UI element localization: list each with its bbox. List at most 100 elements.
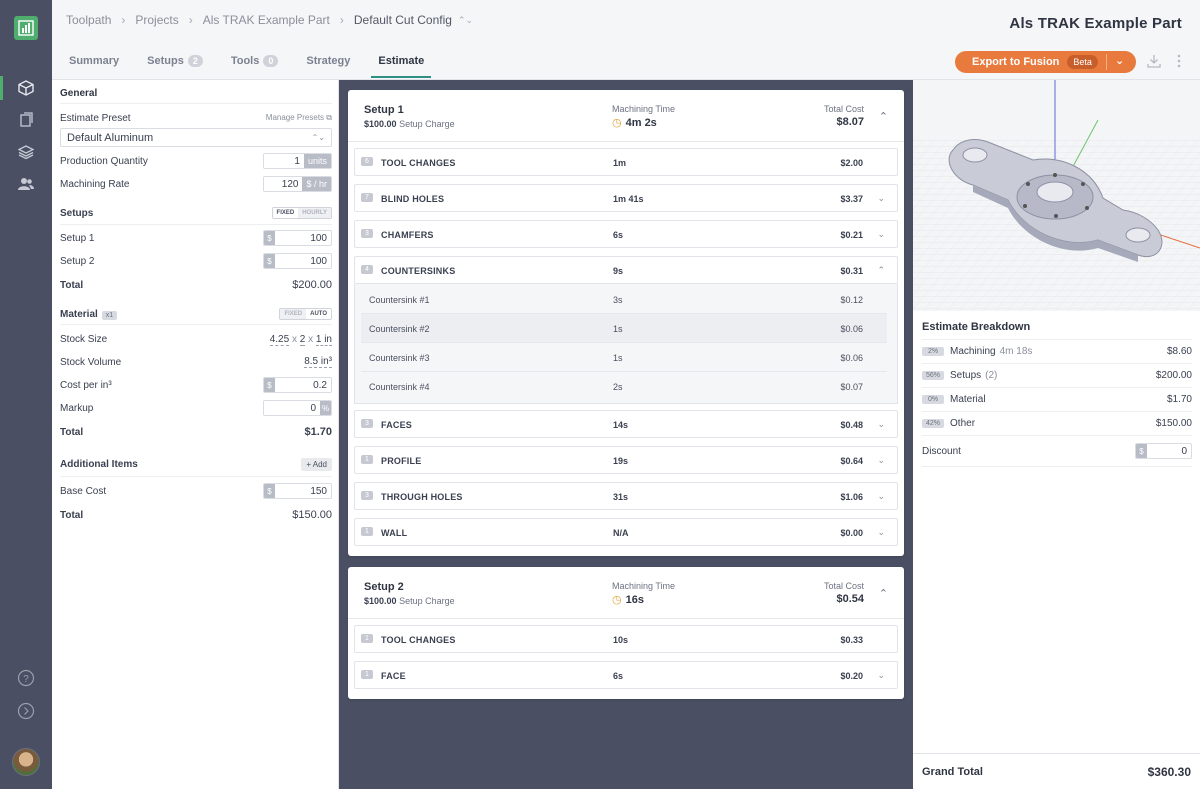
cost-per-input[interactable]: $ 0.2 — [263, 377, 332, 393]
chevron-up-icon[interactable]: ⌃ — [877, 265, 885, 276]
machining-rate-label: Machining Rate — [60, 178, 130, 190]
estimate-preset-select[interactable]: Default Aluminum ⌃⌄ — [60, 128, 332, 147]
production-quantity-input[interactable]: 1 units — [262, 153, 332, 169]
tab-estimate[interactable]: Estimate — [371, 50, 432, 78]
sub-cost: $0.12 — [840, 295, 863, 305]
breadcrumb-toolpath[interactable]: Toolpath — [66, 13, 111, 27]
op-row-faces[interactable]: 3 FACES 14s $0.48 ⌄ — [354, 410, 898, 438]
user-avatar[interactable] — [12, 748, 40, 776]
setup1-cost-input[interactable]: $ 100 — [263, 230, 332, 246]
chevron-down-icon[interactable]: ⌄ — [877, 229, 885, 240]
toggle-fixed[interactable]: FIXED — [272, 208, 299, 218]
users-icon[interactable] — [16, 174, 36, 194]
stock-size-x: 4.25 — [269, 333, 290, 346]
tab-tools[interactable]: Tools 0 — [224, 50, 286, 77]
breakdown-row-machining: 2% Machining 4m 18s $8.60 — [922, 339, 1192, 362]
row-value: $8.60 — [1166, 345, 1192, 357]
help-icon[interactable]: ? — [16, 668, 36, 688]
breadcrumb-projects[interactable]: Projects — [135, 13, 178, 27]
discount-value: 0 — [1181, 445, 1187, 457]
setup2-charge-label: Setup Charge — [399, 596, 455, 606]
chevron-down-icon[interactable]: ⌄ — [1115, 54, 1124, 67]
op-row-through-holes[interactable]: 3 THROUGH HOLES 31s $1.06 ⌄ — [354, 482, 898, 510]
breadcrumb-config[interactable]: Default Cut Config — [354, 13, 452, 27]
op-row-tool-changes[interactable]: 6 TOOL CHANGES 1m $2.00 — [354, 148, 898, 176]
op-row-tool-changes[interactable]: 1 TOOL CHANGES 10s $0.33 — [354, 625, 898, 653]
chevron-up-icon[interactable]: ⌃ — [879, 587, 888, 600]
row-label: Setups — [950, 369, 982, 381]
setup2-header[interactable]: Setup 2 $100.00 Setup Charge Machining T… — [348, 567, 904, 619]
export-to-fusion-button[interactable]: Export to Fusion Beta ⌄ — [955, 51, 1136, 73]
chevron-down-icon[interactable]: ⌄ — [877, 491, 885, 502]
setup2-tc-value: $0.54 — [836, 593, 864, 605]
tab-setups[interactable]: Setups 2 — [140, 50, 210, 77]
setup2-value: 100 — [310, 255, 327, 267]
cost-per-label: Cost per in³ — [60, 379, 112, 391]
tab-strategy[interactable]: Strategy — [299, 50, 357, 77]
tab-setups-count: 2 — [187, 55, 203, 67]
3d-part-viewport[interactable] — [913, 80, 1200, 311]
op-name: WALL — [381, 528, 408, 538]
setup-charge-toggle[interactable]: FIXED HOURLY — [271, 207, 332, 219]
units-suffix: units — [303, 154, 331, 168]
breadcrumb-part[interactable]: Als TRAK Example Part — [203, 13, 330, 27]
chevron-down-icon[interactable]: ⌄ — [877, 527, 885, 538]
op-row-wall[interactable]: 1 WALL N/A $0.00 ⌄ — [354, 518, 898, 546]
rail-active-indicator — [0, 76, 3, 100]
chevron-down-icon[interactable]: ⌄ — [877, 670, 885, 681]
op-name: BLIND HOLES — [381, 194, 445, 204]
setup2-cost-input[interactable]: $ 100 — [263, 253, 332, 269]
tab-tools-label: Tools — [230, 55, 260, 67]
grand-total-value: $360.30 — [1147, 764, 1191, 779]
stock-size-label: Stock Size — [60, 333, 108, 345]
op-cost: $3.37 — [840, 194, 863, 204]
machining-rate-input[interactable]: 120 $ / hr — [263, 176, 332, 192]
tab-summary[interactable]: Summary — [62, 50, 126, 77]
percent-badge: 56% — [922, 370, 945, 380]
tab-setups-label: Setups — [147, 55, 184, 67]
setup2-mt-text: 16s — [625, 593, 644, 606]
base-cost-input[interactable]: $ 150 — [263, 483, 332, 499]
op-row-blind-holes[interactable]: 7 BLIND HOLES 1m 41s $3.37 ⌄ — [354, 184, 898, 212]
discount-input[interactable]: $ 0 — [1135, 443, 1192, 459]
part-cube-icon[interactable] — [16, 78, 36, 98]
layers-icon[interactable] — [16, 142, 36, 162]
toolpath-logo[interactable] — [14, 16, 38, 40]
setup1-charge: $100.00 Setup Charge — [364, 119, 455, 129]
clock-icon: ◷ — [612, 594, 622, 606]
chevron-down-icon[interactable]: ⌄ — [877, 419, 885, 430]
add-item-button[interactable]: + Add — [301, 457, 332, 471]
config-switch-icon[interactable]: ⌃⌄ — [458, 15, 473, 26]
op-row-chamfers[interactable]: 3 CHAMFERS 6s $0.21 ⌄ — [354, 220, 898, 248]
markup-input[interactable]: 0 % — [263, 400, 332, 416]
op-row-face[interactable]: 1 FACE 6s $0.20 ⌄ — [354, 661, 898, 689]
chevron-down-icon[interactable]: ⌄ — [877, 455, 885, 466]
base-cost-value: 150 — [310, 485, 327, 497]
op-count: 7 — [361, 193, 373, 202]
row-value: $200.00 — [1155, 369, 1192, 381]
setup2-card: Setup 2 $100.00 Setup Charge Machining T… — [348, 567, 904, 699]
chevron-down-icon[interactable]: ⌄ — [877, 193, 885, 204]
chevron-up-icon[interactable]: ⌃ — [879, 110, 888, 123]
op-cost: $0.48 — [840, 420, 863, 430]
row-label: Other — [950, 417, 976, 429]
toggle-hourly[interactable]: HOURLY — [298, 208, 331, 218]
setup1-label: Setup 1 — [60, 232, 95, 244]
setup2-label: Setup 2 — [60, 255, 95, 267]
download-icon[interactable] — [1147, 54, 1161, 71]
manage-presets-link[interactable]: Manage Presets ⧉ — [266, 113, 332, 123]
stock-volume-value: 8.5 in³ — [304, 356, 332, 368]
op-row-profile[interactable]: 1 PROFILE 19s $0.64 ⌄ — [354, 446, 898, 474]
more-vertical-icon[interactable] — [1176, 54, 1182, 71]
toggle-auto[interactable]: AUTO — [306, 309, 331, 319]
export-doc-icon[interactable] — [16, 110, 36, 130]
op-row-countersinks[interactable]: 4 COUNTERSINKS 9s $0.31 ⌃ — [354, 256, 898, 284]
toggle-fixed[interactable]: FIXED — [280, 309, 307, 319]
setup1-title: Setup 1 — [364, 104, 404, 116]
times-sign: x — [291, 333, 297, 345]
material-cost-toggle[interactable]: FIXED AUTO — [279, 308, 332, 320]
expand-rail-icon[interactable] — [16, 701, 36, 721]
setup2-tc-label: Total Cost — [823, 581, 864, 591]
setup1-header[interactable]: Setup 1 $100.00 Setup Charge Machining T… — [348, 90, 904, 142]
stock-size-value[interactable]: 4.25 x 2 x 1 in — [269, 333, 332, 346]
